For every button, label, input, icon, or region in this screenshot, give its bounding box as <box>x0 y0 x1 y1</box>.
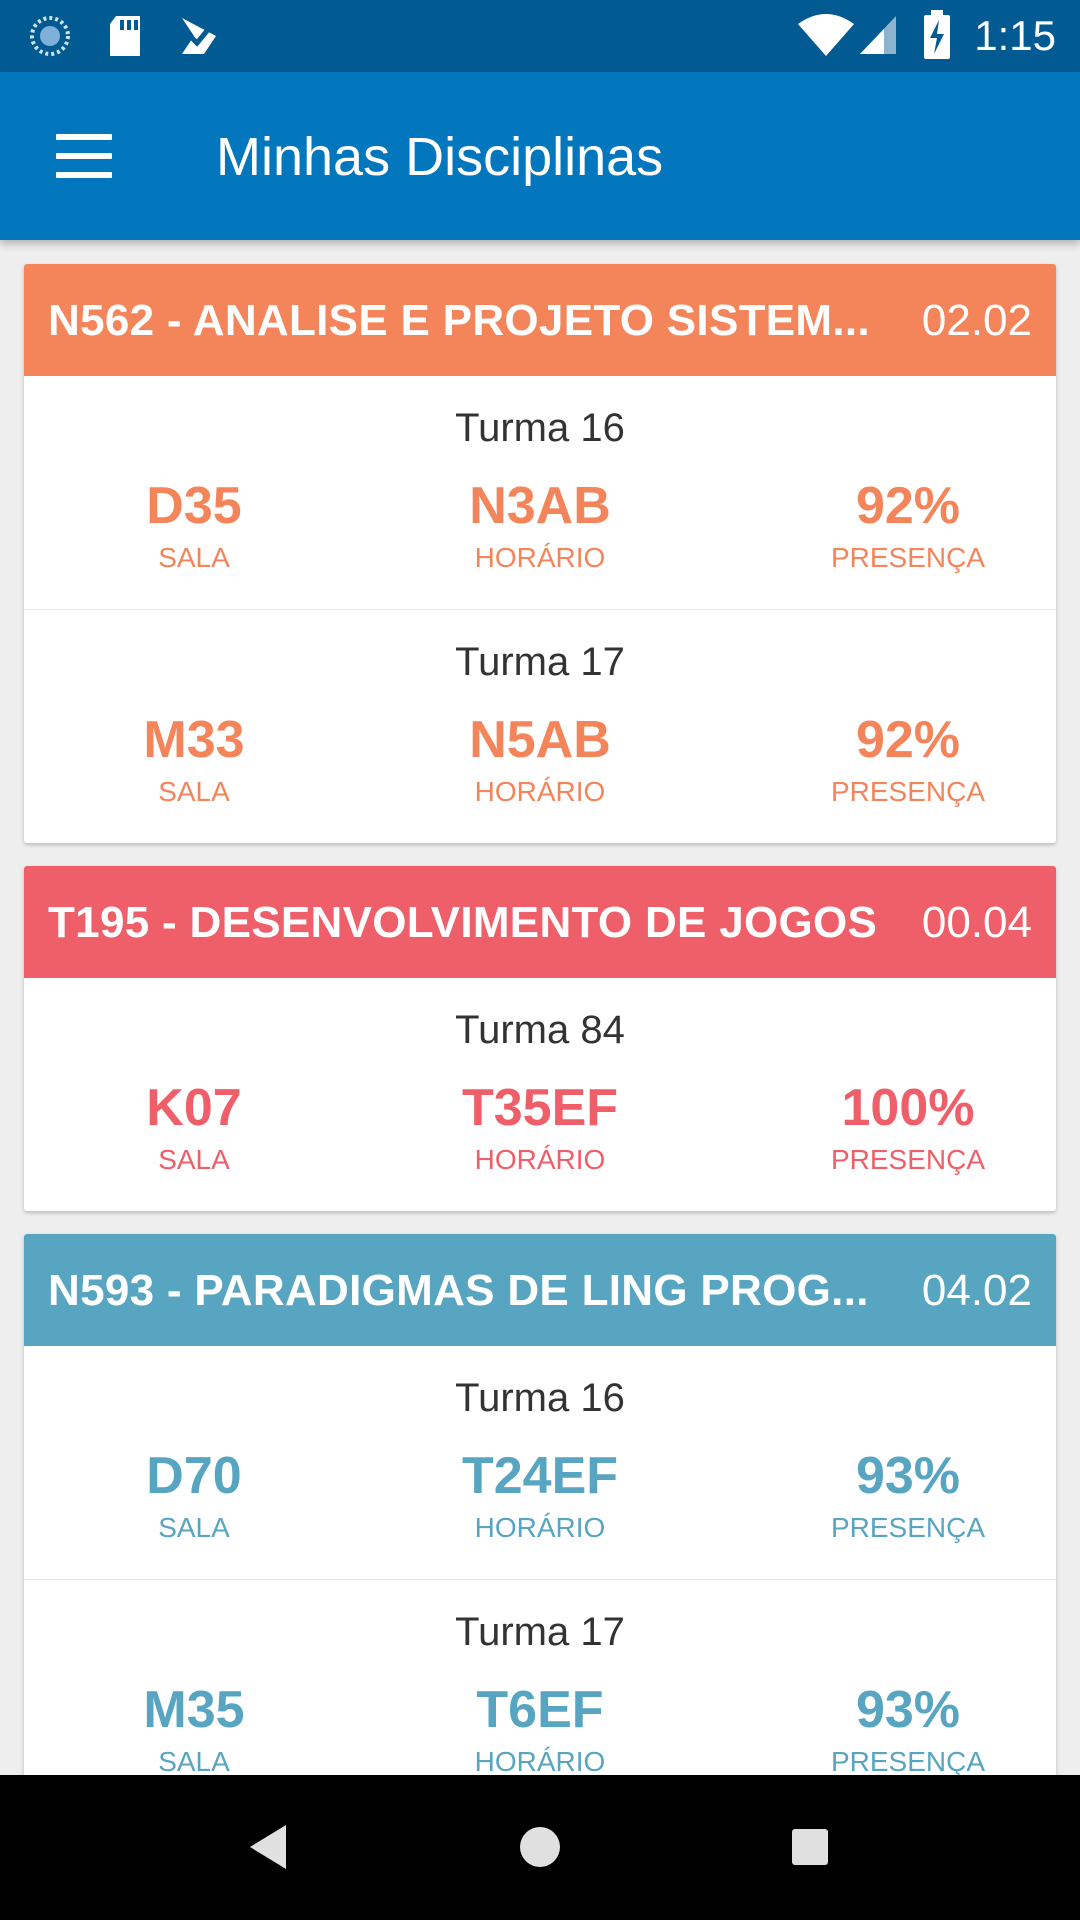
horario-value: T35EF <box>461 1079 619 1137</box>
horario-stat: N3AB HORÁRIO <box>390 480 690 572</box>
sala-value: M33 <box>143 711 245 769</box>
horario-value: N3AB <box>469 477 611 535</box>
sala-stat: D35 SALA <box>44 480 344 572</box>
course-code: 04.02 <box>921 1266 1032 1315</box>
presenca-label: PRESENÇA <box>830 1512 986 1543</box>
sala-label: SALA <box>158 1746 230 1776</box>
horario-value: T6EF <box>476 1681 604 1739</box>
sala-stat: M35 SALA <box>44 1684 344 1775</box>
sala-stat: K07 SALA <box>44 1082 344 1174</box>
turma-label: Turma 17 <box>455 640 625 684</box>
turma-label: Turma 84 <box>455 1008 625 1052</box>
presenca-label: PRESENÇA <box>830 542 986 573</box>
course-code: 00.04 <box>921 898 1032 947</box>
horario-stat: T6EF HORÁRIO <box>390 1684 690 1775</box>
course-list[interactable]: N562 - ANALISE E PROJETO SISTEM... 02.02… <box>0 240 1080 1775</box>
menu-button[interactable] <box>40 120 128 192</box>
menu-icon-bar <box>56 172 112 178</box>
course-card[interactable]: T195 - DESENVOLVIMENTO DE JOGOS 00.04 Tu… <box>24 866 1056 1211</box>
horario-stat: N5AB HORÁRIO <box>390 714 690 806</box>
horario-label: HORÁRIO <box>474 1746 606 1776</box>
horario-stat: T24EF HORÁRIO <box>390 1450 690 1542</box>
sala-value: D70 <box>146 1447 242 1505</box>
course-title: T195 - DESENVOLVIMENTO DE JOGOS <box>48 898 878 947</box>
horario-value: N5AB <box>469 711 611 769</box>
turma-label: Turma 16 <box>455 406 625 450</box>
presenca-label: PRESENÇA <box>830 1746 986 1776</box>
course-header[interactable]: N562 - ANALISE E PROJETO SISTEM... 02.02 <box>24 264 1056 376</box>
home-icon[interactable] <box>508 1815 572 1879</box>
sync-icon <box>30 16 70 56</box>
sala-stat: D70 SALA <box>44 1450 344 1542</box>
turma-row[interactable]: Turma 17 M35 SALA T6EF HORÁRIO 93% PRESE… <box>24 1579 1056 1775</box>
sd-card-icon <box>110 16 140 56</box>
presenca-value: 100% <box>841 1079 975 1137</box>
presenca-stat: 100% PRESENÇA <box>758 1082 1056 1174</box>
turma-row[interactable]: Turma 16 D35 SALA N3AB HORÁRIO 92% PRESE… <box>24 376 1056 609</box>
page-title: Minhas Disciplinas <box>216 127 664 187</box>
status-bar: 1:15 <box>0 0 1080 72</box>
cell-signal-icon <box>860 16 896 54</box>
horario-label: HORÁRIO <box>474 776 606 807</box>
back-icon[interactable] <box>238 1815 302 1879</box>
sala-value: M35 <box>143 1681 245 1739</box>
presenca-label: PRESENÇA <box>830 776 986 807</box>
battery-charging-icon <box>924 10 950 59</box>
presenca-value: 92% <box>855 711 961 769</box>
turma-label: Turma 16 <box>455 1376 625 1420</box>
presenca-stat: 93% PRESENÇA <box>758 1450 1056 1542</box>
horario-label: HORÁRIO <box>474 542 606 573</box>
horario-value: T24EF <box>461 1447 619 1505</box>
task-check-icon <box>182 18 216 54</box>
presenca-stat: 93% PRESENÇA <box>758 1684 1056 1775</box>
wifi-icon <box>798 14 854 56</box>
sala-value: K07 <box>146 1079 242 1137</box>
turma-row[interactable]: Turma 17 M33 SALA N5AB HORÁRIO 92% PRESE… <box>24 609 1056 843</box>
recents-icon[interactable] <box>778 1815 842 1879</box>
course-title: N562 - ANALISE E PROJETO SISTEM... <box>48 296 870 345</box>
sala-label: SALA <box>158 542 230 573</box>
menu-icon <box>56 134 112 140</box>
app-bar: Minhas Disciplinas <box>0 72 1080 240</box>
sala-stat: M33 SALA <box>44 714 344 806</box>
navigation-bar <box>0 1775 1080 1920</box>
presenca-label: PRESENÇA <box>830 1144 986 1175</box>
presenca-stat: 92% PRESENÇA <box>758 714 1056 806</box>
sala-label: SALA <box>158 1512 230 1543</box>
horario-label: HORÁRIO <box>474 1512 606 1543</box>
course-header[interactable]: T195 - DESENVOLVIMENTO DE JOGOS 00.04 <box>24 866 1056 978</box>
horario-stat: T35EF HORÁRIO <box>390 1082 690 1174</box>
turma-row[interactable]: Turma 84 K07 SALA T35EF HORÁRIO 100% PRE… <box>24 978 1056 1211</box>
sala-label: SALA <box>158 776 230 807</box>
course-code: 02.02 <box>921 296 1032 345</box>
presenca-value: 93% <box>855 1447 961 1505</box>
course-card[interactable]: N562 - ANALISE E PROJETO SISTEM... 02.02… <box>24 264 1056 843</box>
presenca-value: 93% <box>855 1681 961 1739</box>
menu-icon-bar <box>56 153 112 159</box>
sala-label: SALA <box>158 1144 230 1175</box>
presenca-stat: 92% PRESENÇA <box>758 480 1056 572</box>
course-card[interactable]: N593 - PARADIGMAS DE LING PROG... 04.02 … <box>24 1234 1056 1775</box>
horario-label: HORÁRIO <box>474 1144 606 1175</box>
sala-value: D35 <box>146 477 242 535</box>
turma-row[interactable]: Turma 16 D70 SALA T24EF HORÁRIO 93% PRES… <box>24 1346 1056 1579</box>
presenca-value: 92% <box>855 477 961 535</box>
course-header[interactable]: N593 - PARADIGMAS DE LING PROG... 04.02 <box>24 1234 1056 1346</box>
status-time: 1:15 <box>974 12 1056 59</box>
turma-label: Turma 17 <box>455 1610 625 1654</box>
course-title: N593 - PARADIGMAS DE LING PROG... <box>48 1266 869 1315</box>
